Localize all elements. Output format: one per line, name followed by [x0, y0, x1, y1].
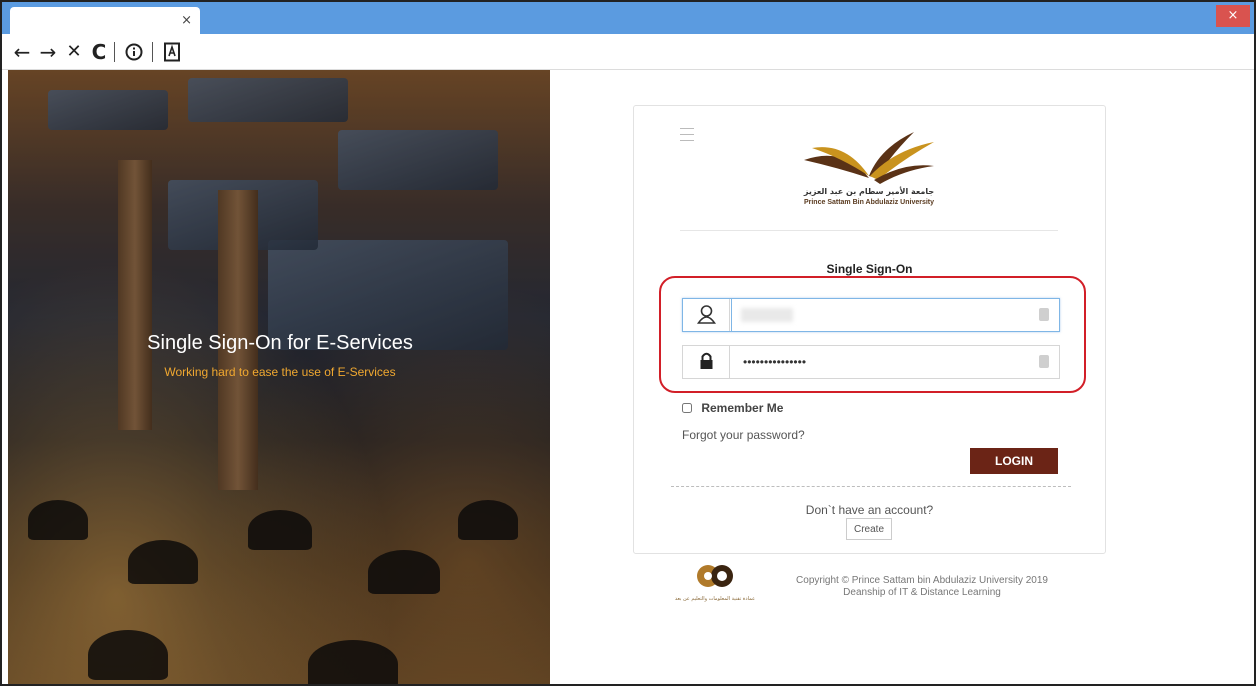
remember-me-text: Remember Me	[701, 401, 784, 415]
copyright-line-1: Copyright © Prince Sattam bin Abdulaziz …	[796, 575, 1048, 586]
remember-me-label[interactable]: Remember Me	[682, 401, 783, 415]
hero-subtitle: Working hard to ease the use of E-Servic…	[164, 365, 396, 379]
logo-english-text: Prince Sattam Bin Abdulaziz University	[803, 199, 935, 206]
card-divider	[671, 486, 1071, 487]
toolbar-separator	[114, 42, 115, 62]
hamburger-menu-icon[interactable]	[680, 128, 694, 142]
no-account-text: Don`t have an account?	[805, 503, 934, 517]
tab-close-icon[interactable]: ×	[181, 13, 192, 28]
university-logo: جامعة الأمير سطام بن عبد العزيز Prince S…	[784, 128, 954, 208]
toolbar-separator	[152, 42, 153, 62]
logo-arabic-text: جامعة الأمير سطام بن عبد العزيز	[803, 187, 935, 196]
logo-divider	[680, 230, 1058, 231]
deanship-logo-emblem-icon	[697, 565, 733, 587]
browser-tab[interactable]: ×	[10, 7, 200, 34]
copyright-line-2: Deanship of IT & Distance Learning	[843, 587, 1001, 598]
browser-toolbar: ← → ✕ C	[2, 34, 1254, 70]
copyright-text: Copyright © Prince Sattam bin Abdulaziz …	[762, 575, 1082, 599]
reload-icon[interactable]: C	[88, 38, 110, 66]
window-close-button[interactable]: ×	[1216, 5, 1250, 27]
forgot-password-link[interactable]: Forgot your password?	[682, 428, 805, 442]
reader-mode-icon[interactable]	[158, 38, 186, 66]
remember-me-checkbox[interactable]	[682, 403, 692, 413]
login-button[interactable]: LOGIN	[970, 448, 1058, 474]
stop-icon[interactable]: ✕	[62, 38, 86, 66]
credentials-highlight-annotation	[659, 276, 1086, 393]
browser-window: × × ← → ✕ C Single Sign-On for E-Service…	[0, 0, 1256, 686]
deanship-logo: عمادة تقنية المعلومات والتعليم عن بعد	[672, 562, 758, 610]
title-bar: × ×	[2, 2, 1254, 34]
login-title: Single Sign-On	[826, 262, 913, 276]
deanship-logo-text: عمادة تقنية المعلومات والتعليم عن بعد	[674, 596, 756, 602]
forward-arrow-icon[interactable]: →	[36, 38, 60, 66]
hero-title: Single Sign-On for E-Services	[147, 332, 413, 354]
back-arrow-icon[interactable]: ←	[10, 38, 34, 66]
university-logo-emblem-icon	[804, 132, 934, 184]
create-account-button[interactable]: Create	[846, 518, 892, 540]
info-icon[interactable]	[120, 38, 148, 66]
